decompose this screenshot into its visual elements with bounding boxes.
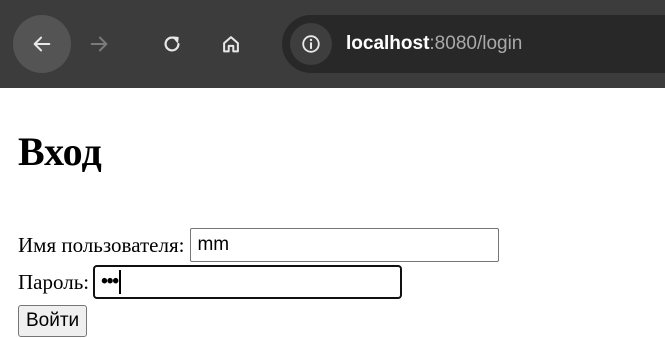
home-icon xyxy=(223,36,239,53)
username-value: mm xyxy=(197,234,230,255)
back-button[interactable] xyxy=(13,15,71,73)
forward-arrow-icon xyxy=(90,36,108,52)
login-button[interactable]: Войти xyxy=(18,305,88,337)
page-title: Вход xyxy=(18,129,102,174)
text-caret xyxy=(119,270,122,294)
password-input[interactable]: ••• xyxy=(93,265,403,299)
reload-button[interactable] xyxy=(143,15,201,73)
site-info-button[interactable] xyxy=(290,23,332,65)
password-value: ••• xyxy=(101,271,119,292)
url-text[interactable]: localhost:8080/login xyxy=(346,33,522,55)
url-host: localhost xyxy=(346,33,430,54)
password-row: Пароль: ••• xyxy=(18,265,403,299)
page-content: Вход Имя пользователя: mm Пароль: ••• Во… xyxy=(18,88,665,338)
username-row: Имя пользователя: mm xyxy=(18,228,500,262)
password-label: Пароль: xyxy=(18,269,90,294)
forward-button[interactable] xyxy=(70,15,128,73)
address-bar[interactable]: localhost:8080/login xyxy=(282,15,665,73)
username-label: Имя пользователя: xyxy=(18,232,185,257)
browser-toolbar: localhost:8080/login xyxy=(0,0,665,88)
reload-icon xyxy=(164,36,180,52)
username-input[interactable]: mm xyxy=(190,228,500,262)
url-path: :8080/login xyxy=(429,33,523,54)
back-arrow-icon xyxy=(33,36,51,52)
home-button[interactable] xyxy=(202,15,260,73)
info-icon xyxy=(302,35,320,53)
